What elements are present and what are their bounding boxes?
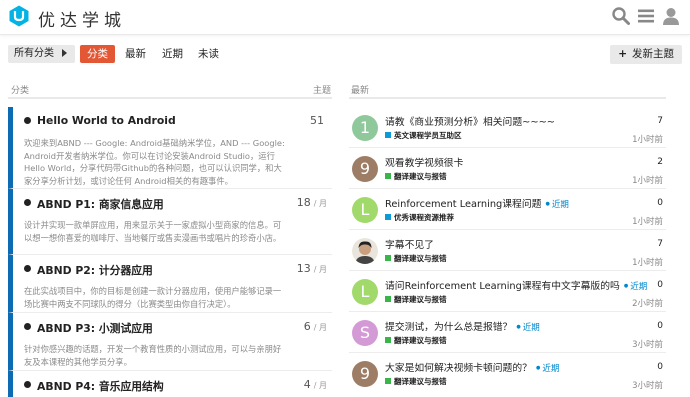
topic-post-count: 0 bbox=[657, 198, 663, 208]
topic-category[interactable]: 翻译建议与报错 bbox=[385, 376, 447, 387]
avatar[interactable]: 9 bbox=[352, 361, 378, 387]
topic-age[interactable]: 1小时前 bbox=[632, 215, 663, 227]
tab-unread[interactable]: 未读 bbox=[198, 45, 219, 63]
topic-post-count: 0 bbox=[657, 321, 663, 331]
category-topic-count: 13/ 月 bbox=[296, 262, 327, 275]
user-icon[interactable] bbox=[661, 6, 681, 26]
categories-header-divider bbox=[8, 97, 332, 99]
topic-title[interactable]: Reinforcement Learning课程问题近期 bbox=[385, 196, 569, 210]
topic-age[interactable]: 1小时前 bbox=[632, 174, 663, 186]
topic-title[interactable]: 请问Reinforcement Learning课程有中文字幕版的吗近期 bbox=[385, 278, 647, 292]
category-color-icon bbox=[385, 255, 391, 261]
category-bullet-icon bbox=[24, 199, 31, 206]
topic-post-count: 0 bbox=[657, 280, 663, 290]
category-description: 设计并实现一款单屏应用，用来显示关于一家虚拟小型商家的信息。可以想一想你喜爱的咖… bbox=[24, 220, 282, 243]
avatar[interactable]: 1 bbox=[352, 115, 378, 141]
new-topic-label: 发新主题 bbox=[632, 48, 674, 60]
category-title[interactable]: ABND P3: 小测试应用 bbox=[37, 320, 153, 336]
plus-icon: + bbox=[618, 48, 627, 60]
category-row[interactable]: ABND P4: 音乐应用结构 4/ 月 bbox=[8, 371, 332, 397]
category-topic-count: 51 bbox=[310, 114, 324, 127]
category-color-icon bbox=[385, 214, 391, 220]
topic-category[interactable]: 翻译建议与报错 bbox=[385, 294, 447, 305]
category-color-icon bbox=[385, 296, 391, 302]
search-icon[interactable] bbox=[611, 6, 631, 26]
topic-post-count: 7 bbox=[657, 116, 663, 126]
udacity-logo-icon[interactable] bbox=[8, 5, 30, 27]
category-bullet-icon bbox=[24, 323, 31, 330]
avatar[interactable]: L bbox=[352, 279, 378, 305]
topics-column-header: 主题 bbox=[313, 86, 332, 96]
recent-badge: 近期 bbox=[624, 282, 647, 292]
category-bullet-icon bbox=[24, 381, 31, 388]
topic-post-count: 0 bbox=[657, 362, 663, 372]
topic-row[interactable]: S 提交测试，为什么总是报错？近期 翻译建议与报错 0 3小时前 bbox=[349, 312, 666, 353]
new-topic-button[interactable]: + 发新主题 bbox=[610, 45, 682, 64]
topic-category[interactable]: 翻译建议与报错 bbox=[385, 253, 447, 264]
person-photo-icon bbox=[352, 238, 378, 264]
latest-column-header: 最新 bbox=[351, 86, 370, 96]
recent-badge: 近期 bbox=[536, 364, 559, 374]
topic-title[interactable]: 请教《商业预测分析》相关问题~~~~ bbox=[385, 114, 555, 128]
caret-right-icon bbox=[62, 49, 67, 57]
category-row[interactable]: ABND P2: 计分器应用 13/ 月 在此实战项目中，你的目标是创建一款计分… bbox=[8, 255, 332, 313]
topic-post-count: 7 bbox=[657, 239, 663, 249]
topic-title[interactable]: 字幕不见了 bbox=[385, 237, 434, 251]
latest-header-divider bbox=[349, 97, 666, 99]
category-topic-count: 18/ 月 bbox=[296, 196, 327, 209]
topic-row[interactable]: L Reinforcement Learning课程问题近期 优秀课程资源推荐 … bbox=[349, 189, 666, 230]
category-title[interactable]: ABND P4: 音乐应用结构 bbox=[37, 378, 164, 394]
recent-badge: 近期 bbox=[516, 323, 539, 333]
category-row[interactable]: ABND P1: 商家信息应用 18/ 月 设计并实现一款单屏应用，用来显示关于… bbox=[8, 189, 332, 255]
category-color-icon bbox=[385, 378, 391, 384]
site-header: 优达学城 bbox=[0, 0, 690, 35]
topic-age[interactable]: 3小时前 bbox=[632, 338, 663, 350]
topic-category[interactable]: 英文课程学员互助区 bbox=[385, 130, 462, 141]
tab-recent[interactable]: 近期 bbox=[162, 45, 183, 63]
topic-age[interactable]: 2小时前 bbox=[632, 297, 663, 309]
topic-title[interactable]: 观看教学视频很卡 bbox=[385, 155, 463, 169]
category-color-icon bbox=[385, 173, 391, 179]
category-dropdown-label: 所有分类 bbox=[14, 48, 54, 59]
site-brand[interactable]: 优达学城 bbox=[38, 6, 126, 31]
topic-title[interactable]: 大家是如何解决视频卡顿问题的？近期 bbox=[385, 360, 559, 374]
category-topic-count: 4/ 月 bbox=[303, 378, 327, 391]
category-dropdown[interactable]: 所有分类 bbox=[8, 45, 75, 63]
avatar[interactable]: 9 bbox=[352, 156, 378, 182]
topic-row[interactable]: 9 大家是如何解决视频卡顿问题的？近期 翻译建议与报错 0 3小时前 bbox=[349, 353, 666, 397]
category-description: 在此实战项目中，你的目标是创建一款计分器应用，使用户能够记录一场比赛中两支不同球… bbox=[24, 286, 282, 309]
category-description: 欢迎来到ABND --- Google: Android基础纳米学位，AND -… bbox=[24, 138, 285, 186]
category-row[interactable]: Hello World to Android 51 欢迎来到ABND --- G… bbox=[8, 107, 332, 189]
topic-age[interactable]: 1小时前 bbox=[632, 256, 663, 268]
category-title[interactable]: Hello World to Android bbox=[37, 114, 176, 127]
topic-row[interactable]: 1 请教《商业预测分析》相关问题~~~~ 英文课程学员互助区 7 1小时前 bbox=[349, 107, 666, 148]
category-bullet-icon bbox=[24, 117, 31, 124]
categories-column-header: 分类 bbox=[11, 86, 30, 96]
menu-icon[interactable] bbox=[636, 6, 656, 26]
category-title[interactable]: ABND P1: 商家信息应用 bbox=[37, 196, 164, 212]
tab-categories[interactable]: 分类 bbox=[80, 45, 115, 63]
tab-latest[interactable]: 最新 bbox=[125, 45, 146, 63]
category-color-icon bbox=[385, 337, 391, 343]
category-bullet-icon bbox=[24, 265, 31, 272]
topic-age[interactable]: 1小时前 bbox=[632, 133, 663, 145]
category-title[interactable]: ABND P2: 计分器应用 bbox=[37, 262, 153, 278]
avatar[interactable]: S bbox=[352, 320, 378, 346]
avatar[interactable] bbox=[352, 238, 378, 264]
topic-post-count: 2 bbox=[657, 157, 663, 167]
category-color-icon bbox=[385, 132, 391, 138]
category-row[interactable]: ABND P3: 小测试应用 6/ 月 针对你感兴趣的话题，开发一个教育性质的小… bbox=[8, 313, 332, 371]
category-description: 针对你感兴趣的话题，开发一个教育性质的小测试应用，可以与亲朋好友及本课程的其他学… bbox=[24, 344, 282, 367]
topic-category[interactable]: 翻译建议与报错 bbox=[385, 171, 447, 182]
topic-title[interactable]: 提交测试，为什么总是报错？近期 bbox=[385, 319, 540, 333]
category-topic-count: 6/ 月 bbox=[303, 320, 327, 333]
topic-category[interactable]: 翻译建议与报错 bbox=[385, 335, 447, 346]
topic-row[interactable]: 9 观看教学视频很卡 翻译建议与报错 2 1小时前 bbox=[349, 148, 666, 189]
avatar[interactable]: L bbox=[352, 197, 378, 223]
topic-row[interactable]: L 请问Reinforcement Learning课程有中文字幕版的吗近期 翻… bbox=[349, 271, 666, 312]
topic-row[interactable]: 字幕不见了 翻译建议与报错 7 1小时前 bbox=[349, 230, 666, 271]
recent-badge: 近期 bbox=[545, 200, 568, 210]
topic-age[interactable]: 3小时前 bbox=[632, 379, 663, 391]
topic-category[interactable]: 优秀课程资源推荐 bbox=[385, 212, 454, 223]
